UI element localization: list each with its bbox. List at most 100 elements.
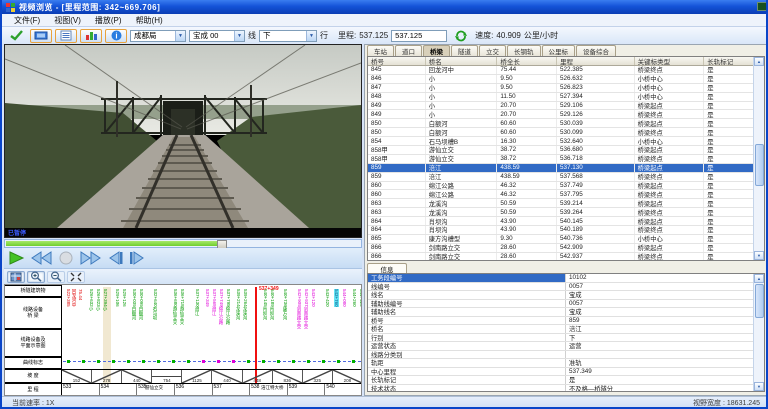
table-row[interactable]: 864肖坝沟43.90540.145桥梁起点是 — [368, 217, 753, 226]
table-row[interactable]: 850白额河60.60530.099桥梁终点是 — [368, 128, 753, 137]
table-row[interactable]: 849小20.70529.126桥梁终点是 — [368, 110, 753, 119]
table-cell: 是 — [704, 110, 753, 118]
column-header[interactable]: 里程 — [557, 57, 635, 65]
info-row[interactable]: 线编号0057 — [368, 283, 753, 292]
table-row[interactable]: 865康方沟槽型9.30540.736小桥中心是 — [368, 235, 753, 244]
scroll-thumb[interactable] — [755, 284, 764, 318]
table-row[interactable]: 858甲游仙立交38.72536.718桥梁终点是 — [368, 155, 753, 164]
info-row[interactable]: 长轨标记是 — [368, 376, 753, 385]
gradient-cell: 440 — [122, 370, 152, 383]
tab-车站[interactable]: 车站 — [367, 45, 394, 56]
bureau-select[interactable]: 成都局 ▼ — [130, 30, 186, 42]
scroll-down-icon[interactable]: ▼ — [754, 251, 764, 260]
info-row[interactable]: 线路分类别 — [368, 351, 753, 360]
info-row[interactable]: 运营状态运营 — [368, 342, 753, 351]
fast-forward-button[interactable] — [79, 249, 101, 267]
info-row[interactable]: 辅助线名宝成 — [368, 308, 753, 317]
titlebar-corner-button[interactable] — [757, 2, 767, 11]
mileage-input[interactable]: 537.125 — [391, 30, 447, 42]
zoom-in-button[interactable] — [27, 271, 45, 283]
info-row[interactable]: 线名宝成 — [368, 291, 753, 300]
list-view-button[interactable] — [55, 29, 77, 43]
column-header[interactable]: 桥号 — [368, 57, 426, 65]
tab-长钢轨[interactable]: 长钢轨 — [507, 45, 541, 56]
table-row[interactable]: 863龙溪沟50.59539.214桥梁起点是 — [368, 199, 753, 208]
table-cell: 536.718 — [557, 155, 635, 163]
stop-button[interactable] — [59, 249, 73, 267]
tab-隧道[interactable]: 隧道 — [451, 45, 478, 56]
table-row[interactable]: 866剑南路立交28.60542.937桥梁终点是 — [368, 253, 753, 260]
fit-view-button[interactable] — [67, 271, 85, 283]
line-select[interactable]: 宝成 00 ▼ — [189, 30, 245, 42]
tab-设备综合[interactable]: 设备综合 — [576, 45, 616, 56]
table-row[interactable]: 849小20.70529.106桥梁起点是 — [368, 102, 753, 111]
info-row[interactable]: 轨距准轨 — [368, 359, 753, 368]
scroll-up-icon[interactable]: ▲ — [754, 274, 764, 283]
menu-item[interactable]: 播放(P) — [89, 15, 128, 26]
table-row[interactable]: 860绵江公路46.32537.795桥梁终点是 — [368, 190, 753, 199]
column-header[interactable]: 长轨标记 — [704, 57, 753, 65]
menu-item[interactable]: 帮助(H) — [130, 15, 169, 26]
layers-button[interactable] — [7, 271, 25, 283]
table-row[interactable]: 866剑南路立交28.60542.909桥梁起点是 — [368, 244, 753, 253]
step-forward-button[interactable] — [129, 249, 145, 267]
info-row[interactable]: 辅助线编号0057 — [368, 300, 753, 309]
video-panel[interactable]: 已暂停 — [4, 44, 362, 238]
seek-bar[interactable] — [4, 239, 362, 248]
table-row[interactable]: 863龙溪沟50.59539.264桥梁终点是 — [368, 208, 753, 217]
table-row[interactable]: 864肖坝沟43.90540.189桥梁终点是 — [368, 226, 753, 235]
menu-item[interactable]: 文件(F) — [8, 15, 46, 26]
info-tab[interactable]: 信息 — [367, 263, 407, 273]
scroll-up-icon[interactable]: ▲ — [754, 57, 764, 66]
info-row[interactable]: 桥名涪江 — [368, 325, 753, 334]
info-row[interactable]: 工务段编号10102 — [368, 274, 753, 283]
table-cell: 是 — [704, 190, 753, 198]
info-row[interactable]: 行别下 — [368, 334, 753, 343]
table-row[interactable]: 845回龙河中75.44522.385桥梁终点是 — [368, 66, 753, 75]
info-row[interactable]: 技术状态不及格—桥隧分 — [368, 385, 753, 392]
info-row[interactable]: 中心里程537.349 — [368, 368, 753, 377]
table-cell: 桥梁终点 — [635, 128, 705, 136]
chart-view-button[interactable] — [80, 29, 102, 43]
table-row[interactable]: 848小11.50527.394小桥中心是 — [368, 93, 753, 102]
step-back-button[interactable] — [107, 249, 123, 267]
track-diagram[interactable]: 桥隧建筑物线路设备桥 梁线路设备及平面示意图曲线标志坡 度里 程 522+385… — [4, 284, 362, 396]
tab-桥梁[interactable]: 桥梁 — [423, 45, 450, 56]
video-view-button[interactable] — [30, 29, 52, 43]
table-row[interactable]: 860绵江公路46.32537.749桥梁起点是 — [368, 182, 753, 191]
table-row[interactable]: 846小9.50526.632小桥中心是 — [368, 75, 753, 84]
zoom-out-button[interactable] — [47, 271, 65, 283]
scroll-thumb[interactable] — [755, 144, 764, 186]
menu-bar: 文件(F)视图(V)播放(P)帮助(H) — [2, 14, 768, 27]
column-header[interactable]: 桥全长 — [497, 57, 557, 65]
direction-select[interactable]: 下 ▼ — [259, 30, 317, 42]
info-scrollbar[interactable]: ▲ ▼ — [753, 274, 764, 391]
tab-立交[interactable]: 立交 — [479, 45, 506, 56]
bridge-table: 桥号桥名桥全长里程关键标类型长轨标记845回龙河中75.44522.385桥梁终… — [367, 56, 765, 261]
table-row[interactable]: 847小9.50526.823小桥中心是 — [368, 84, 753, 93]
table-row[interactable]: 854石马坝槽B16.30532.640小桥中心是 — [368, 137, 753, 146]
diagram-row-header: 曲线标志 — [5, 357, 62, 369]
scroll-down-icon[interactable]: ▼ — [754, 382, 764, 391]
tab-公里标[interactable]: 公里标 — [542, 45, 576, 56]
table-row[interactable]: 858甲游仙立交38.72536.680桥梁起点是 — [368, 146, 753, 155]
play-button[interactable] — [8, 249, 25, 267]
table-cell: 11.50 — [497, 93, 557, 101]
table-row[interactable]: 850白额河60.60530.039桥梁起点是 — [368, 119, 753, 128]
status-view-width: 视野宽度 : 18631.245 — [693, 398, 760, 408]
table-row[interactable]: 859涪江438.59537.130桥梁起点是 — [368, 164, 753, 173]
column-header[interactable]: 关键标类型 — [635, 57, 705, 65]
refresh-button[interactable] — [450, 29, 472, 43]
table-scrollbar[interactable]: ▲ ▼ — [753, 57, 764, 260]
column-header[interactable]: 桥名 — [426, 57, 498, 65]
bureau-value: 成都局 — [134, 30, 157, 41]
tab-道口[interactable]: 道口 — [395, 45, 422, 56]
info-button[interactable]: i — [105, 29, 127, 43]
table-row[interactable]: 859涪江438.59537.568桥梁终点是 — [368, 173, 753, 182]
gradient-cell: 754 — [152, 370, 182, 383]
title-bar[interactable]: 视频浏览 - [里程范围: 342~669.706] — [2, 0, 768, 14]
rewind-button[interactable] — [31, 249, 53, 267]
menu-item[interactable]: 视图(V) — [48, 15, 87, 26]
info-row[interactable]: 桥号859 — [368, 317, 753, 326]
confirm-button[interactable] — [5, 29, 27, 43]
